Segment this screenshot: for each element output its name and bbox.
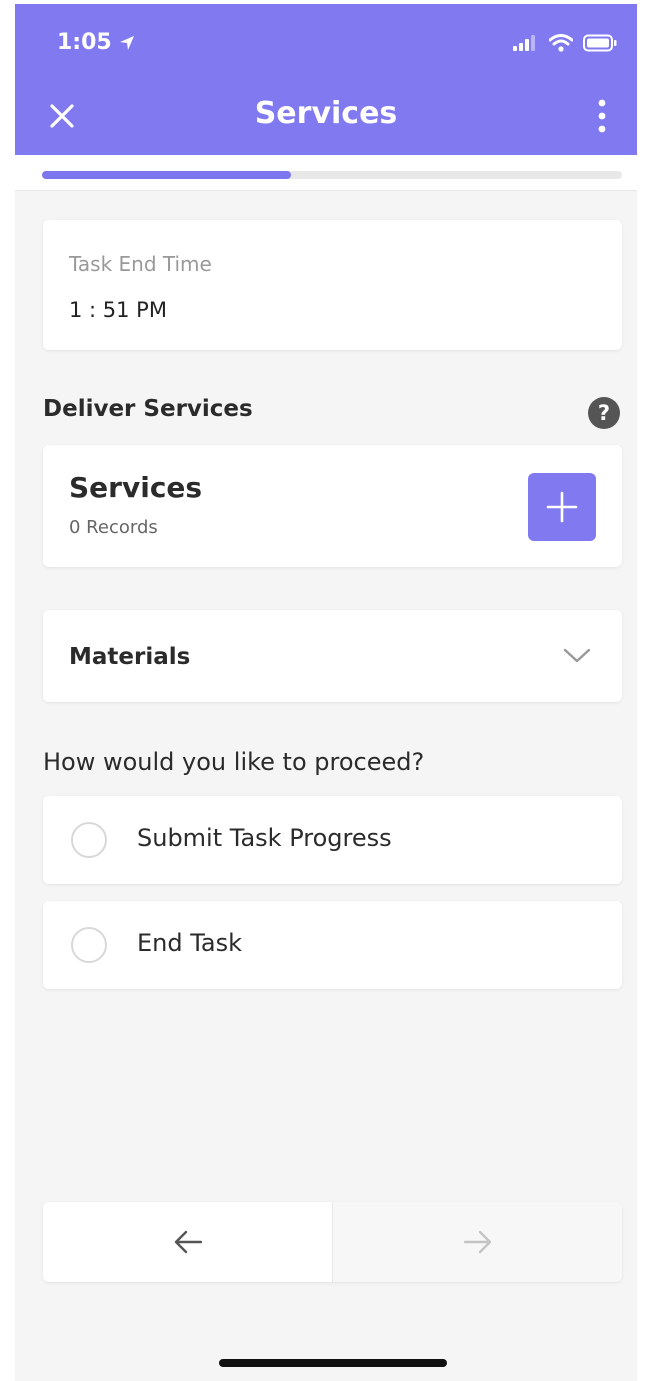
deliver-services-heading: Deliver Services xyxy=(43,396,253,422)
home-indicator[interactable] xyxy=(219,1359,447,1367)
progress-fill xyxy=(42,171,292,179)
wifi-icon xyxy=(549,34,573,52)
chevron-down-icon xyxy=(563,648,591,663)
status-bar-indicators xyxy=(513,34,617,52)
services-card: Services 0 Records xyxy=(43,445,622,567)
more-vertical-icon xyxy=(598,99,606,133)
option-submit-task-progress[interactable]: Submit Task Progress xyxy=(43,796,622,884)
option-label: Submit Task Progress xyxy=(137,824,392,852)
task-end-time-value[interactable]: 1 : 51 PM xyxy=(69,298,167,322)
task-end-time-card[interactable]: Task End Time 1 : 51 PM xyxy=(43,220,622,350)
more-options-button[interactable] xyxy=(587,98,617,134)
signal-icon xyxy=(513,35,535,51)
page-title: Services xyxy=(254,96,398,131)
add-service-button[interactable] xyxy=(528,473,596,541)
status-time-text: 1:05 xyxy=(57,30,112,55)
materials-label: Materials xyxy=(69,644,191,670)
materials-accordion[interactable]: Materials xyxy=(43,610,622,702)
progress-section xyxy=(15,155,637,191)
next-button[interactable] xyxy=(332,1202,622,1282)
arrow-left-icon xyxy=(174,1230,202,1254)
app-header: 1:05 Services xyxy=(15,4,637,155)
app-frame: 1:05 Services Task End Time 1: 51 PM De… xyxy=(15,4,637,1381)
status-bar-time: 1:05 xyxy=(57,30,136,55)
plus-icon xyxy=(546,491,578,523)
services-record-count: 0 Records xyxy=(69,517,158,538)
back-button[interactable] xyxy=(43,1202,332,1282)
radio-button[interactable] xyxy=(71,927,107,963)
option-label: End Task xyxy=(137,929,243,957)
progress-track xyxy=(42,171,622,179)
services-card-title: Services xyxy=(69,471,203,504)
task-end-time-label: Task End Time xyxy=(69,252,212,276)
proceed-question: How would you like to proceed? xyxy=(43,748,425,776)
battery-icon xyxy=(583,34,617,52)
question-circle-icon[interactable]: ? xyxy=(588,397,620,429)
option-end-task[interactable]: End Task xyxy=(43,901,622,989)
location-arrow-icon xyxy=(119,35,134,50)
step-navigation xyxy=(43,1202,622,1282)
radio-button[interactable] xyxy=(71,822,107,858)
arrow-right-icon xyxy=(463,1230,491,1254)
